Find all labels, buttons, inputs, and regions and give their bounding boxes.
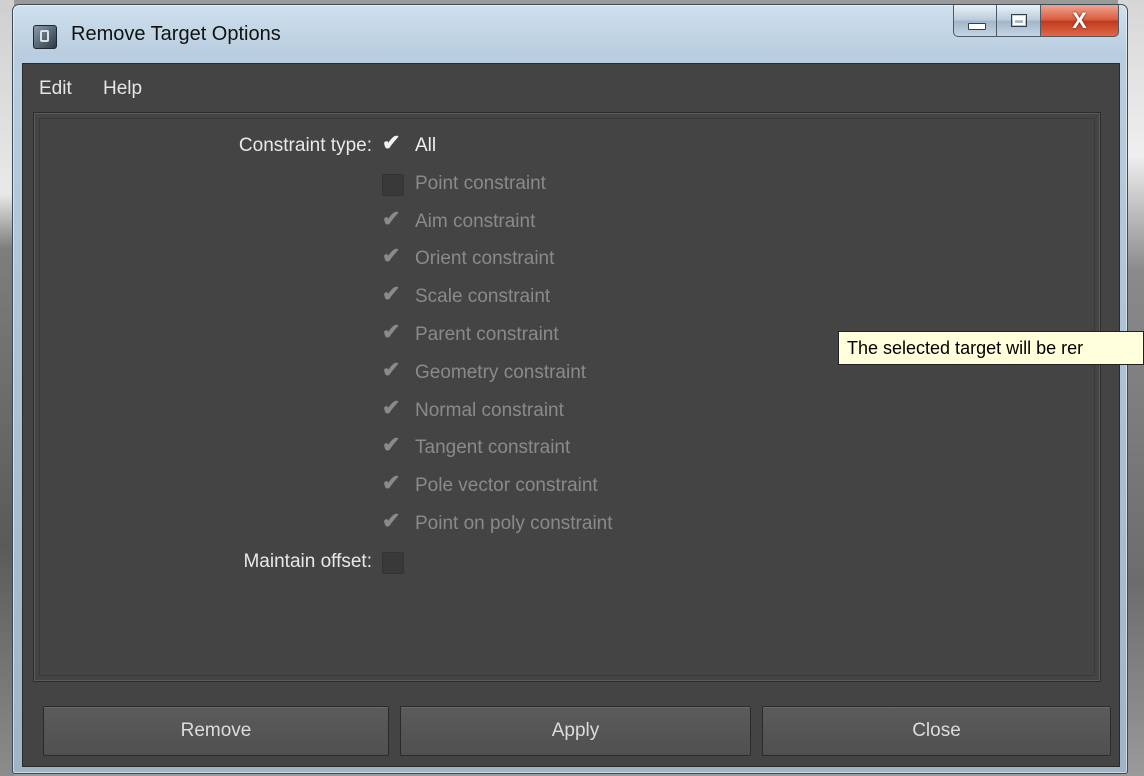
dialog-body: Edit Help Constraint type: ✔ All Point cons… (22, 63, 1120, 767)
option-label-aim-constraint: Aim constraint (415, 210, 536, 232)
checkmark-icon: ✔ (382, 394, 401, 420)
maximize-icon (1011, 14, 1027, 27)
window-controls: X (953, 5, 1119, 39)
maya-app-icon[interactable] (33, 25, 57, 49)
button-row: Remove Apply Close (43, 706, 1111, 756)
options-frame (39, 118, 1095, 676)
close-icon: X (1072, 8, 1087, 33)
menu-bar: Edit Help (23, 64, 1119, 110)
checkmark-icon: ✔ (382, 432, 401, 458)
option-label-pole-vector-constraint: Pole vector constraint (415, 475, 598, 497)
menu-edit[interactable]: Edit (39, 78, 72, 100)
close-button[interactable]: Close (762, 706, 1111, 756)
options-panel: Constraint type: ✔ All Point constraint ✔ Aim… (33, 112, 1101, 682)
option-label-point-on-poly-constraint: Point on poly constraint (415, 513, 613, 534)
checkbox-parent-constraint[interactable]: ✔ (382, 321, 404, 347)
maximize-button[interactable] (997, 5, 1041, 37)
apply-button[interactable]: Apply (400, 706, 751, 756)
menu-help[interactable]: Help (103, 78, 142, 100)
checkmark-icon: ✔ (382, 130, 401, 155)
maintain-offset-label: Maintain offset: (243, 550, 372, 572)
checkbox-point-on-poly-constraint[interactable]: ✔ (382, 510, 404, 536)
checkbox-normal-constraint[interactable]: ✔ (382, 396, 404, 423)
title-bar[interactable]: Remove Target Options X (13, 5, 1127, 63)
close-window-button[interactable]: X (1041, 5, 1119, 37)
checkmark-icon: ✔ (382, 470, 401, 496)
maintain-offset-checkbox[interactable] (382, 551, 404, 574)
checkmark-icon: ✔ (382, 205, 401, 231)
option-label-geometry-constraint: Geometry constraint (415, 361, 587, 383)
checkbox-point-constraint[interactable] (382, 173, 404, 196)
remove-button[interactable]: Remove (43, 706, 389, 756)
option-label-orient-constraint: Orient constraint (415, 248, 555, 270)
checkbox-pole-vector-constraint[interactable]: ✔ (382, 472, 404, 498)
checkbox-geometry-constraint[interactable]: ✔ (382, 358, 404, 385)
option-label-parent-constraint: Parent constraint (415, 324, 559, 345)
dialog-window: Remove Target Options X Edit Help Constr… (12, 4, 1128, 774)
option-label-normal-constraint: Normal constraint (415, 399, 564, 421)
checkbox-aim-constraint[interactable]: ✔ (382, 207, 404, 234)
checkmark-icon: ✔ (382, 319, 401, 344)
option-label-scale-constraint: Scale constraint (415, 286, 551, 308)
checkbox-all[interactable]: ✔ (382, 132, 404, 158)
option-label-all: All (415, 135, 437, 156)
checkmark-icon: ✔ (382, 508, 401, 533)
checkmark-icon: ✔ (382, 243, 401, 269)
option-label-tangent-constraint: Tangent constraint (415, 437, 571, 459)
minimize-icon (968, 23, 986, 30)
minimize-button[interactable] (953, 5, 997, 37)
option-label-point-constraint: Point constraint (415, 172, 546, 194)
window-title: Remove Target Options (71, 23, 281, 45)
tooltip: The selected target will be rer (838, 331, 1144, 365)
checkbox-orient-constraint[interactable]: ✔ (382, 245, 404, 271)
checkmark-icon: ✔ (382, 356, 401, 382)
checkbox-scale-constraint[interactable]: ✔ (382, 283, 404, 309)
checkbox-tangent-constraint[interactable]: ✔ (382, 434, 404, 460)
checkmark-icon: ✔ (382, 281, 401, 307)
constraint-type-label: Constraint type: (238, 135, 372, 156)
